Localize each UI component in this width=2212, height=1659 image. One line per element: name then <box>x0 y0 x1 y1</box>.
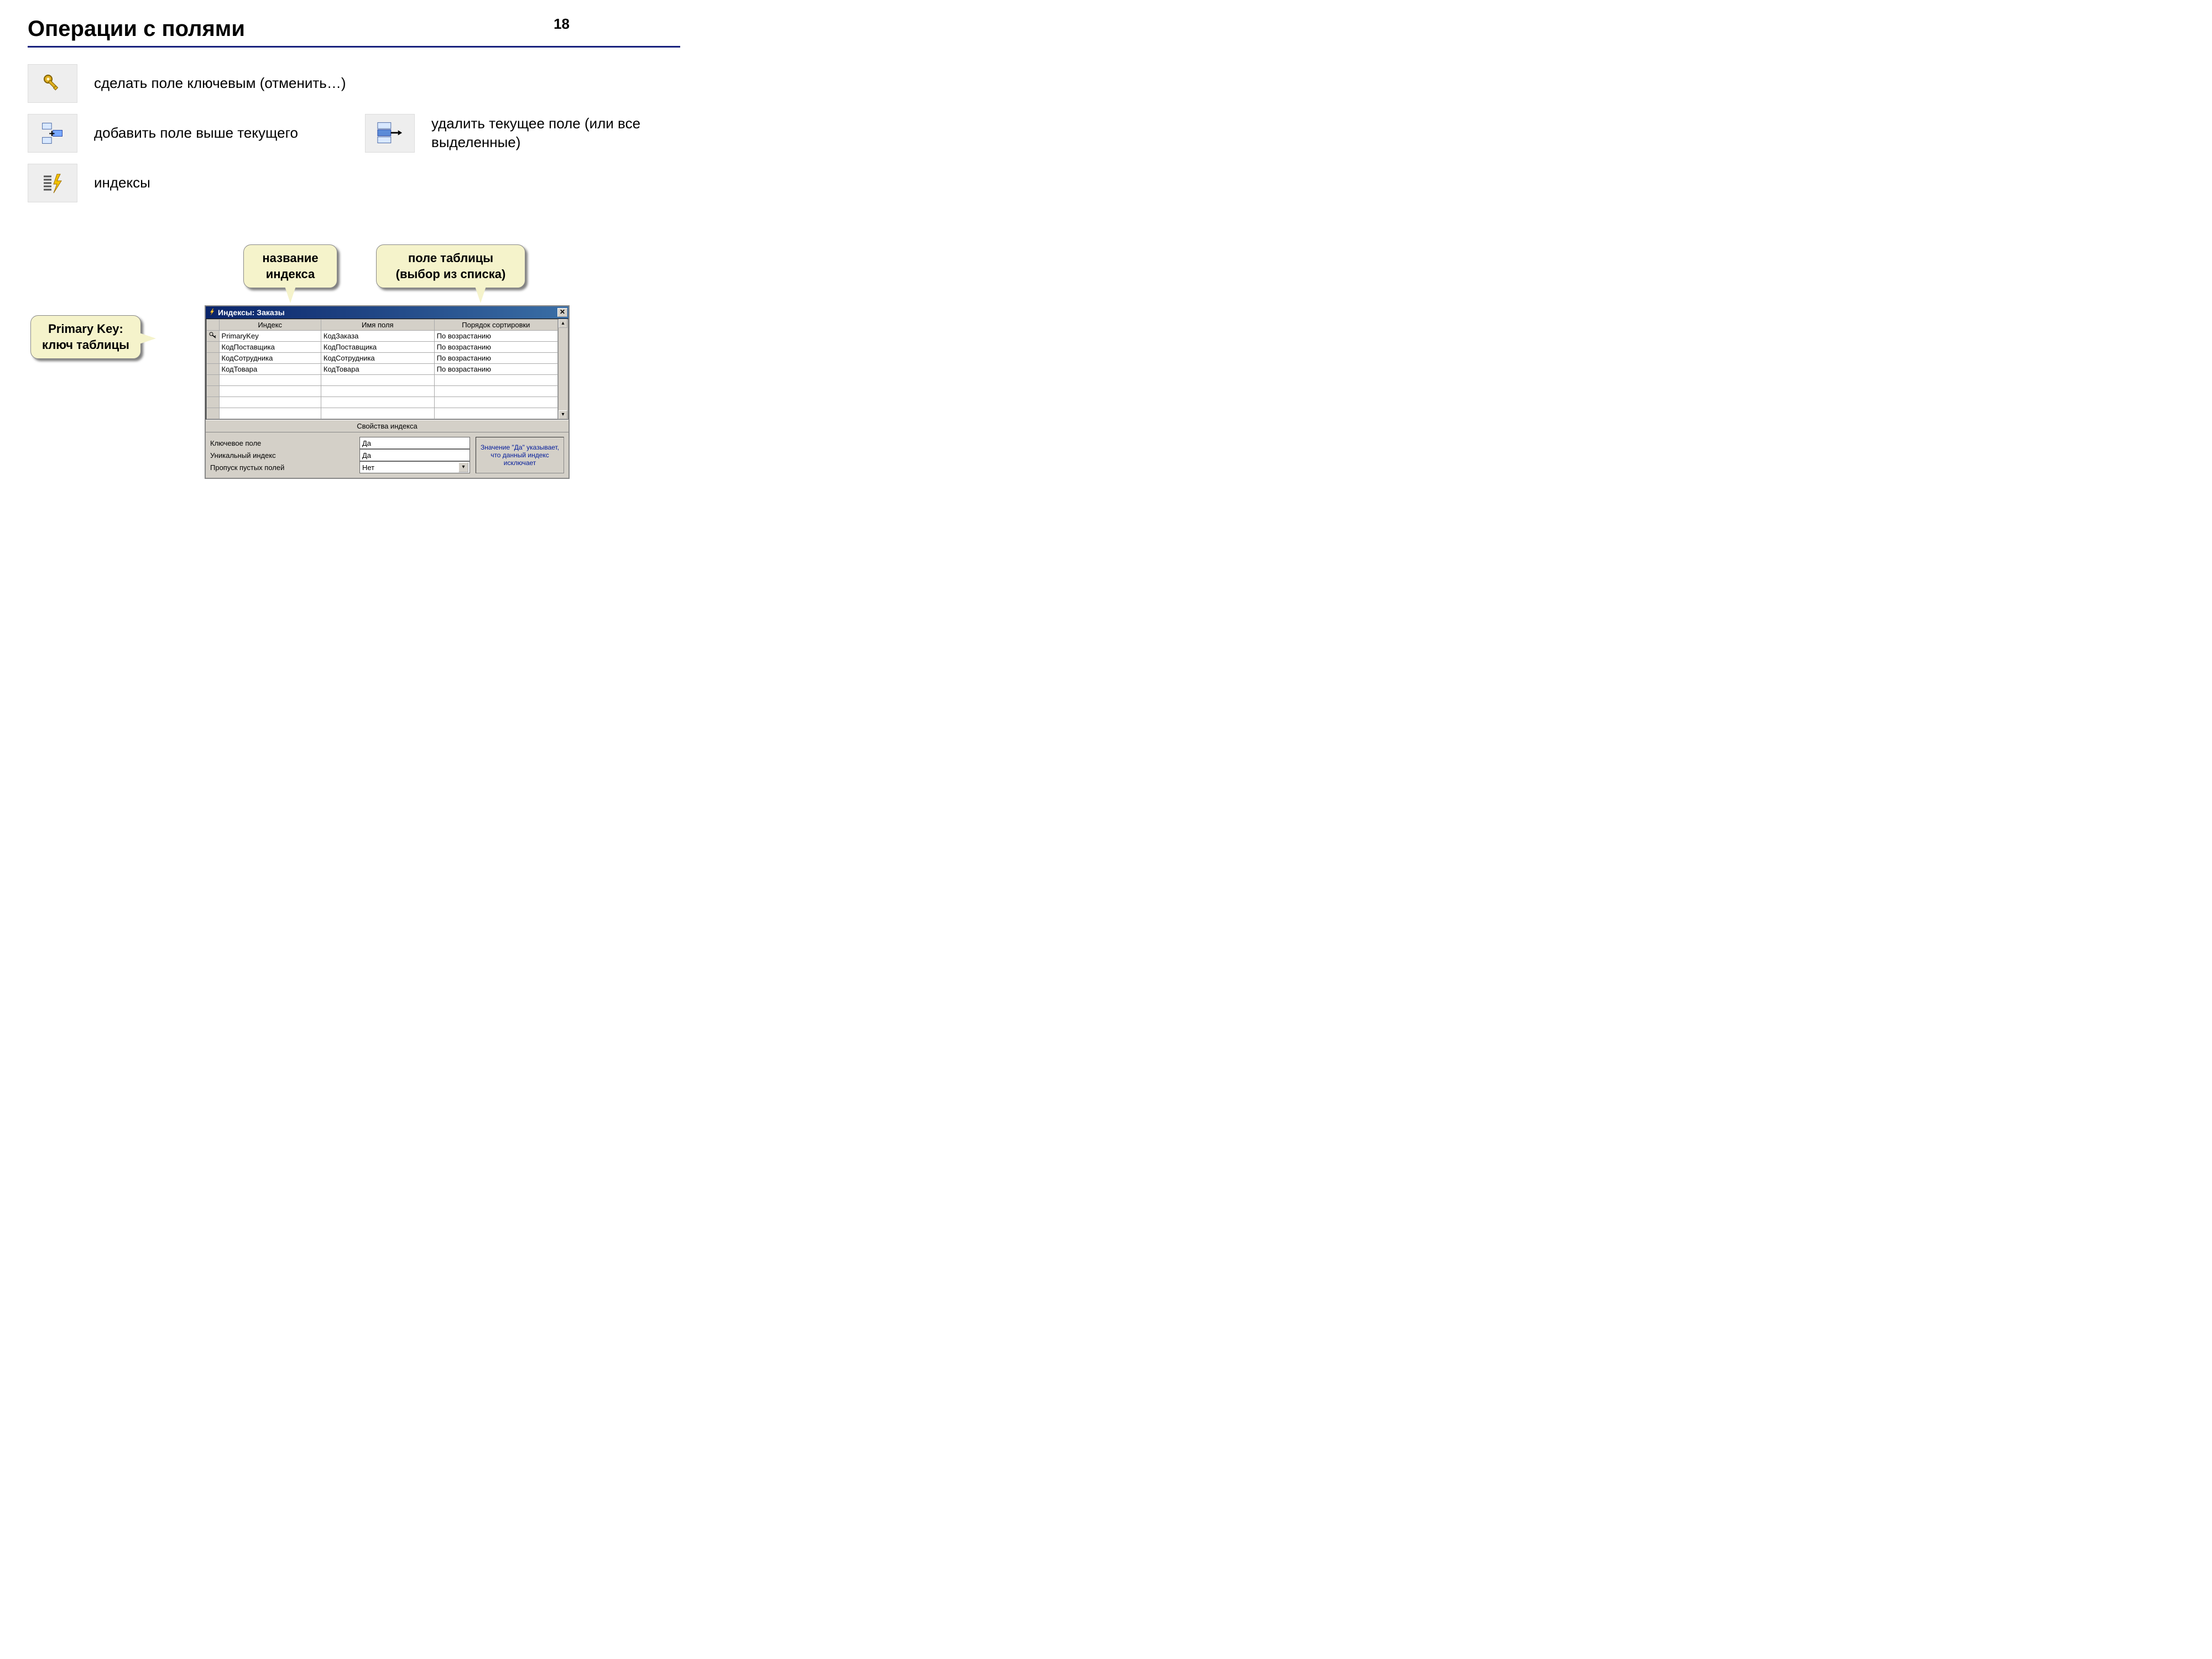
cell-index[interactable] <box>219 375 321 386</box>
property-label: Пропуск пустых полей <box>210 461 354 473</box>
property-label: Уникальный индекс <box>210 449 354 461</box>
indexes-icon[interactable] <box>28 164 77 202</box>
scroll-down-icon[interactable]: ▾ <box>559 410 567 419</box>
table-row[interactable]: PrimaryKeyКодЗаказаПо возрастанию <box>207 331 558 342</box>
row-selector[interactable] <box>207 408 220 419</box>
cell-index[interactable] <box>219 408 321 419</box>
property-label: Ключевое поле <box>210 437 354 449</box>
insert-row-icon[interactable]: + <box>28 114 77 153</box>
grid-header-row: Индекс Имя поля Порядок сортировки <box>207 320 558 331</box>
lightning-icon <box>208 308 216 317</box>
indexes-window: Индексы: Заказы ✕ Индекс Имя поля Порядо… <box>205 305 570 479</box>
cell-field[interactable]: КодТовара <box>321 364 434 375</box>
row-selector[interactable] <box>207 386 220 397</box>
cell-index[interactable]: КодПоставщика <box>219 342 321 353</box>
title-divider <box>28 46 680 48</box>
cell-index[interactable] <box>219 397 321 408</box>
property-value[interactable]: Нет <box>359 461 470 473</box>
op-indexes-label: индексы <box>94 174 150 192</box>
row-selector[interactable] <box>207 397 220 408</box>
slide: 18 Операции с полями сделать поле ключев… <box>0 0 708 531</box>
cell-index[interactable]: КодТовара <box>219 364 321 375</box>
op-indexes: индексы <box>28 164 680 202</box>
page-title: Операции с полями <box>28 17 680 41</box>
row-selector[interactable] <box>207 364 220 375</box>
cell-field[interactable] <box>321 397 434 408</box>
op-add-field: + добавить поле выше текущего <box>28 114 343 153</box>
index-grid[interactable]: Индекс Имя поля Порядок сортировки Prima… <box>206 319 568 420</box>
op-add-field-label: добавить поле выше текущего <box>94 124 298 143</box>
page-number: 18 <box>554 15 570 33</box>
table-row[interactable] <box>207 397 558 408</box>
cell-order[interactable]: По возрастанию <box>434 364 557 375</box>
cell-field[interactable] <box>321 375 434 386</box>
callout-table-field: поле таблицы (выбор из списка) <box>376 244 525 288</box>
property-value[interactable]: Да <box>359 437 470 449</box>
op-delete-field-label: удалить текущее поле (или все выделенные… <box>431 114 680 152</box>
window-title: Индексы: Заказы <box>218 308 557 317</box>
properties-header: Свойства индекса <box>206 420 568 432</box>
row-selector[interactable] <box>207 342 220 353</box>
cell-field[interactable] <box>321 408 434 419</box>
col-index[interactable]: Индекс <box>219 320 321 331</box>
op-delete-field: удалить текущее поле (или все выделенные… <box>365 114 680 153</box>
callout-index-name: название индекса <box>243 244 337 288</box>
properties-area: Ключевое полеУникальный индексПропуск пу… <box>206 432 568 478</box>
vertical-scrollbar[interactable]: ▴ ▾ <box>558 319 568 419</box>
table-row[interactable]: КодПоставщикаКодПоставщикаПо возрастанию <box>207 342 558 353</box>
key-icon[interactable] <box>28 64 77 103</box>
delete-row-icon[interactable] <box>365 114 415 153</box>
cell-field[interactable]: КодПоставщика <box>321 342 434 353</box>
table-row[interactable] <box>207 408 558 419</box>
window-titlebar[interactable]: Индексы: Заказы ✕ <box>206 306 568 319</box>
cell-index[interactable]: PrimaryKey <box>219 331 321 342</box>
cell-index[interactable]: КодСотрудника <box>219 353 321 364</box>
cell-order[interactable] <box>434 408 557 419</box>
cell-index[interactable] <box>219 386 321 397</box>
svg-text:+: + <box>49 127 55 139</box>
cell-order[interactable]: По возрастанию <box>434 331 557 342</box>
table-row[interactable] <box>207 386 558 397</box>
table-row[interactable] <box>207 375 558 386</box>
scroll-up-icon[interactable]: ▴ <box>559 319 567 328</box>
cell-order[interactable]: По возрастанию <box>434 353 557 364</box>
cell-order[interactable]: По возрастанию <box>434 342 557 353</box>
cell-field[interactable] <box>321 386 434 397</box>
row-selector[interactable] <box>207 375 220 386</box>
cell-order[interactable] <box>434 397 557 408</box>
cell-field[interactable]: КодСотрудника <box>321 353 434 364</box>
col-field[interactable]: Имя поля <box>321 320 434 331</box>
help-text: Значение "Да" указывает, что данный инде… <box>476 437 564 473</box>
property-value[interactable]: Да <box>359 449 470 461</box>
close-button[interactable]: ✕ <box>557 308 567 317</box>
op-make-key: сделать поле ключевым (отменить…) <box>28 64 680 103</box>
cell-order[interactable] <box>434 386 557 397</box>
cell-field[interactable]: КодЗаказа <box>321 331 434 342</box>
cell-order[interactable] <box>434 375 557 386</box>
row-selector[interactable] <box>207 353 220 364</box>
callout-primary-key: Primary Key: ключ таблицы <box>30 315 141 359</box>
table-row[interactable]: КодСотрудникаКодСотрудникаПо возрастанию <box>207 353 558 364</box>
col-order[interactable]: Порядок сортировки <box>434 320 557 331</box>
op-make-key-label: сделать поле ключевым (отменить…) <box>94 74 346 93</box>
row-selector[interactable] <box>207 331 220 342</box>
table-row[interactable]: КодТовараКодТовараПо возрастанию <box>207 364 558 375</box>
